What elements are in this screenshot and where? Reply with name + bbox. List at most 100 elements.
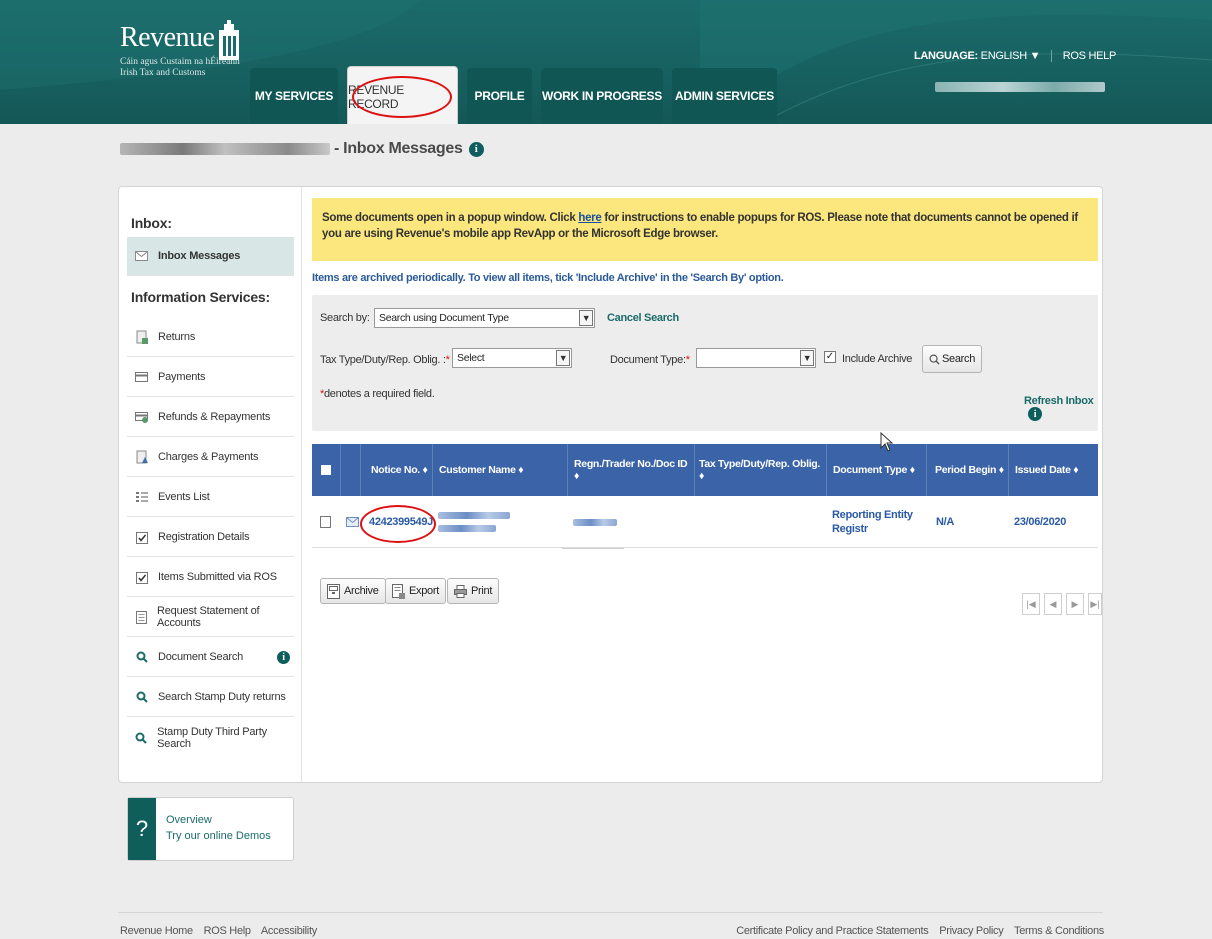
tax-type-value: Select [457, 352, 485, 364]
online-demos-box[interactable]: ? Overview Try our online Demos [127, 797, 294, 861]
document-type-select[interactable]: ▼ [696, 348, 816, 368]
footer-link-ros-help[interactable]: ROS Help [204, 925, 251, 937]
doc-icon [135, 610, 147, 624]
chevron-down-icon: ▼ [800, 350, 814, 366]
sidebar-item-stamp-duty-returns[interactable]: Search Stamp Duty returns [127, 678, 294, 717]
include-archive-checkbox[interactable]: ✓ [824, 351, 836, 363]
chevron-down-icon: ▼ [1029, 50, 1041, 62]
refresh-inbox-link[interactable]: Refresh Inbox i [1024, 395, 1098, 421]
inbox-heading: Inbox: [131, 215, 172, 231]
ros-help-link[interactable]: ROS HELP [1063, 50, 1117, 62]
info-icon[interactable]: i [277, 650, 290, 664]
column-header-customer-name[interactable]: Customer Name ♦ [432, 444, 567, 496]
check-icon [135, 530, 148, 544]
card-icon [135, 370, 148, 384]
document-type-label: Document Type:* [610, 354, 690, 366]
export-button[interactable]: Export [385, 578, 446, 604]
revenue-logo[interactable]: Revenue Cáin agus Custaim na hÉireann Ir… [120, 20, 240, 79]
sidebar-item-label: Request Statement of Accounts [157, 605, 260, 629]
online-demos-link[interactable]: Try our online Demos [166, 830, 271, 842]
tab-profile[interactable]: PROFILE [467, 68, 532, 124]
sidebar-item-stamp-duty-third-party[interactable]: Stamp Duty Third Party Search [127, 718, 294, 757]
footer-link-certificate-policy[interactable]: Certificate Policy and Practice Statemen… [736, 925, 929, 937]
tab-work-in-progress[interactable]: WORK IN PROGRESS [541, 68, 663, 124]
column-header-period-begin[interactable]: Period Begin ♦ [926, 444, 1008, 496]
header-utility-links: LANGUAGE: ENGLISH ▼ ROS HELP [913, 50, 1117, 63]
language-label: LANGUAGE: [913, 50, 978, 62]
document-type-link[interactable]: Reporting Entity Registr [832, 496, 922, 548]
tab-admin-services[interactable]: ADMIN SERVICES [672, 68, 777, 124]
sidebar-item-events-list[interactable]: Events List [127, 478, 294, 517]
mouse-cursor-icon [880, 432, 894, 452]
archive-icon [327, 583, 340, 599]
sidebar-item-refunds[interactable]: Refunds & Repayments [127, 398, 294, 437]
redacted-text [438, 525, 496, 532]
envelope-icon [346, 496, 359, 548]
sidebar-item-inbox-messages[interactable]: Inbox Messages [127, 237, 294, 276]
sidebar: Inbox: Inbox Messages Information Servic… [119, 187, 302, 861]
column-header-notice-no[interactable]: Notice No. ♦ [360, 444, 432, 496]
footer-link-privacy-policy[interactable]: Privacy Policy [939, 925, 1004, 937]
instructions-link[interactable]: here [578, 212, 601, 224]
sidebar-item-label: Returns [158, 331, 196, 343]
required-note: *denotes a required field. [320, 388, 435, 400]
sidebar-item-registration-details[interactable]: Registration Details [127, 518, 294, 557]
footer-link-accessibility[interactable]: Accessibility [261, 925, 317, 937]
info-icon[interactable]: i [468, 141, 484, 157]
search-by-label: Search by: [320, 312, 370, 324]
highlight-circle [360, 505, 436, 543]
search-icon [929, 354, 940, 365]
language-selector[interactable]: ENGLISH ▼ [981, 50, 1041, 62]
info-icon[interactable]: i [1028, 407, 1042, 421]
user-account-name[interactable] [935, 82, 1105, 92]
row-separator [562, 548, 624, 549]
search-button[interactable]: Search [922, 345, 983, 373]
last-page-button[interactable]: ▶| [1088, 593, 1102, 615]
information-services-heading: Information Services: [131, 289, 270, 305]
column-header-regn-no[interactable]: Regn./Trader No./Doc ID ♦ [567, 444, 694, 496]
row-checkbox[interactable] [320, 516, 331, 528]
customer-name-redacted [438, 496, 510, 548]
print-button-label: Print [471, 585, 493, 597]
charges-icon [135, 450, 148, 464]
sidebar-item-request-statement[interactable]: Request Statement of Accounts [127, 598, 294, 637]
column-header-issued-date[interactable]: Issued Date ♦ [1008, 444, 1098, 496]
column-header-document-type[interactable]: Document Type ♦ [826, 444, 926, 496]
sidebar-item-charges[interactable]: Charges & Payments [127, 438, 294, 477]
search-icon [135, 650, 148, 664]
search-by-value: Search using Document Type [379, 312, 509, 324]
sidebar-item-document-search[interactable]: Document Search i [127, 638, 294, 677]
print-button[interactable]: Print [447, 578, 500, 604]
search-button-label: Search [942, 353, 976, 365]
check-icon [135, 570, 148, 584]
footer-divider [118, 912, 1103, 913]
tax-type-select[interactable]: Select ▼ [452, 348, 572, 368]
issued-date-value: 23/06/2020 [1014, 516, 1067, 528]
sidebar-item-returns[interactable]: Returns [127, 318, 294, 357]
cancel-search-link[interactable]: Cancel Search [607, 312, 679, 324]
sidebar-item-items-submitted[interactable]: Items Submitted via ROS [127, 558, 294, 597]
select-all-cell [312, 444, 340, 496]
column-header-tax-type[interactable]: Tax Type/Duty/Rep. Oblig. ♦ [694, 444, 826, 496]
select-all-checkbox[interactable] [321, 465, 331, 475]
previous-page-button[interactable]: ◀ [1044, 593, 1062, 615]
first-page-button[interactable]: |◀ [1022, 593, 1040, 615]
footer-link-terms[interactable]: Terms & Conditions [1014, 925, 1104, 937]
search-by-select[interactable]: Search using Document Type ▼ [374, 308, 595, 328]
sidebar-item-payments[interactable]: Payments [127, 358, 294, 397]
chevron-down-icon: ▼ [556, 350, 570, 366]
sidebar-item-label: Refunds & Repayments [158, 411, 271, 423]
returns-icon [135, 330, 148, 344]
language-value: ENGLISH [980, 50, 1028, 62]
archive-button[interactable]: Archive [320, 578, 386, 604]
sidebar-item-label: Registration Details [158, 531, 250, 543]
search-icon [135, 731, 147, 745]
logo-english-text: Irish Tax and Customs [120, 68, 206, 78]
tab-my-services[interactable]: MY SERVICES [250, 68, 338, 124]
overview-link[interactable]: Overview [166, 814, 212, 826]
sidebar-item-label: Payments [158, 371, 206, 383]
footer-link-revenue-home[interactable]: Revenue Home [120, 925, 193, 937]
next-page-button[interactable]: ▶ [1066, 593, 1084, 615]
search-icon [135, 690, 148, 704]
sidebar-item-label: Items Submitted via ROS [158, 571, 277, 583]
